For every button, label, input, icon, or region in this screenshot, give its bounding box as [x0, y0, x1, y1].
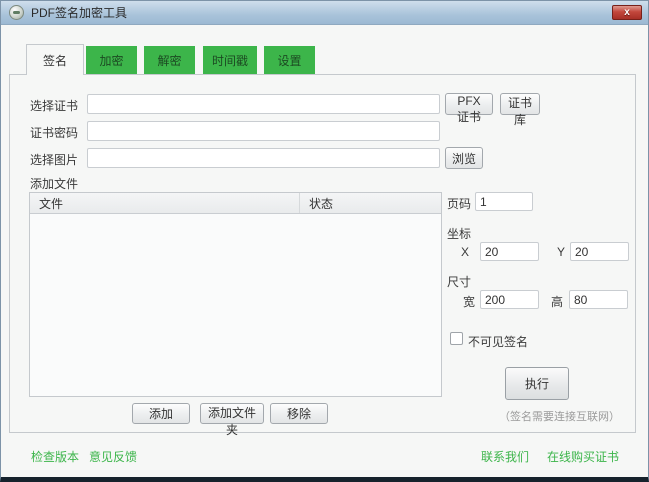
y-label: Y	[557, 245, 565, 259]
check-version-link[interactable]: 检查版本	[31, 448, 79, 465]
invisible-signature-checkbox[interactable]	[450, 332, 463, 345]
pfx-cert-button[interactable]: PFX证书	[445, 93, 493, 115]
add-button[interactable]: 添加	[132, 403, 190, 424]
tab-settings[interactable]: 设置	[264, 46, 315, 74]
height-input[interactable]	[569, 290, 628, 309]
x-label: X	[461, 245, 469, 259]
buy-certificate-link[interactable]: 在线购买证书	[547, 448, 619, 465]
x-input[interactable]	[480, 242, 539, 261]
titlebar: PDF签名加密工具 x	[1, 1, 648, 25]
size-label: 尺寸	[447, 273, 471, 290]
cert-store-button[interactable]: 证书库	[500, 93, 540, 115]
certificate-label: 选择证书	[30, 97, 78, 114]
internet-note: （签名需要连接互联网）	[472, 408, 647, 424]
tab-decrypt[interactable]: 解密	[144, 46, 195, 74]
width-input[interactable]	[480, 290, 539, 309]
app-icon	[9, 5, 24, 20]
width-label: 宽	[463, 293, 475, 310]
certificate-input[interactable]	[87, 94, 440, 114]
password-label: 证书密码	[30, 124, 78, 141]
image-label: 选择图片	[30, 151, 78, 168]
image-input[interactable]	[87, 148, 440, 168]
column-header-file[interactable]: 文件	[30, 193, 300, 213]
tab-timestamp[interactable]: 时间戳	[203, 46, 257, 74]
file-table-body[interactable]	[30, 214, 441, 397]
coordinates-label: 坐标	[447, 225, 471, 242]
contact-us-link[interactable]: 联系我们	[481, 448, 529, 465]
column-header-status[interactable]: 状态	[300, 193, 441, 213]
browse-button[interactable]: 浏览	[445, 147, 483, 169]
feedback-link[interactable]: 意见反馈	[89, 448, 137, 465]
window-title: PDF签名加密工具	[31, 4, 127, 21]
page-number-input[interactable]	[475, 192, 533, 211]
signature-panel: 选择证书 PFX证书 证书库 证书密码 选择图片 浏览 添加文件 文件 状态 添…	[9, 74, 636, 433]
tab-encrypt[interactable]: 加密	[86, 46, 137, 74]
invisible-signature-label: 不可见签名	[468, 333, 528, 350]
execute-button[interactable]: 执行	[505, 367, 569, 400]
tab-signature[interactable]: 签名	[26, 44, 84, 75]
app-window: PDF签名加密工具 x 签名 加密 解密 时间戳 设置 选择证书 PFX证书 证…	[0, 0, 649, 482]
height-label: 高	[551, 293, 563, 310]
add-files-label: 添加文件	[30, 175, 78, 192]
remove-button[interactable]: 移除	[270, 403, 328, 424]
add-folder-button[interactable]: 添加文件夹	[200, 403, 264, 424]
y-input[interactable]	[570, 242, 629, 261]
file-table[interactable]: 文件 状态	[29, 192, 442, 397]
file-table-header: 文件 状态	[30, 193, 441, 214]
password-input[interactable]	[87, 121, 440, 141]
close-button[interactable]: x	[612, 5, 642, 20]
page-number-label: 页码	[447, 195, 471, 212]
